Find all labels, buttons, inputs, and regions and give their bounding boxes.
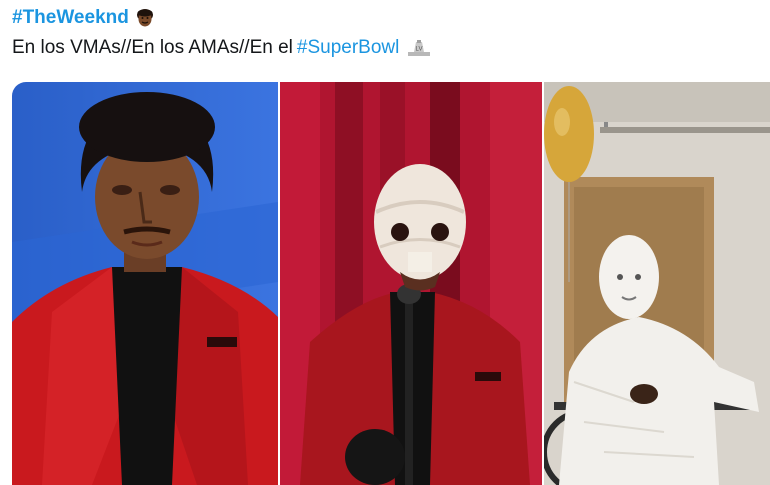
amas-photo[interactable]	[280, 82, 542, 485]
tweet: #TheWeeknd En los VMAs//En los AMAs//En …	[0, 0, 770, 485]
hashtag-line: #TheWeeknd	[12, 4, 155, 32]
media-collage[interactable]	[12, 82, 770, 485]
tweet-text: En los VMAs//En los AMAs//En el #SuperBo…	[12, 35, 433, 61]
hashtag-link[interactable]: #TheWeeknd	[12, 7, 129, 29]
svg-text:LV: LV	[416, 47, 423, 53]
tweet-text-main: En los VMAs//En los AMAs//En el	[12, 37, 293, 58]
man-face-emoji-icon	[135, 8, 155, 28]
superbowl-photo[interactable]	[544, 82, 770, 485]
super-bowl-lv-logo-icon: LV	[405, 38, 433, 58]
superbowl-hashtag-link[interactable]: #SuperBowl	[297, 37, 399, 59]
vmas-photo[interactable]	[12, 82, 278, 485]
